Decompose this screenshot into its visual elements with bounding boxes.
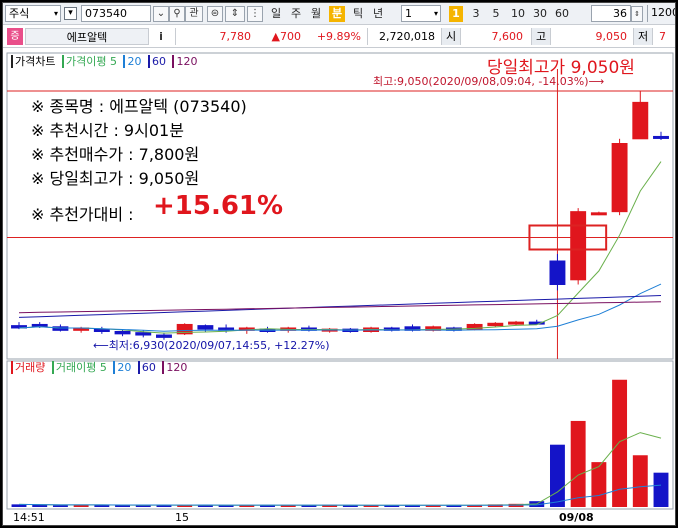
candle-body xyxy=(197,325,214,330)
candle-body xyxy=(590,212,607,216)
candle-body xyxy=(549,260,566,285)
candle-body xyxy=(570,211,587,281)
min-annotation: ⟵최저:6,930(2020/09/07,14:55, +12.27%) xyxy=(93,339,330,352)
candle-body xyxy=(487,322,504,327)
volume-bar xyxy=(549,444,565,507)
volume-bar xyxy=(570,420,586,507)
volume-bar xyxy=(653,472,669,507)
volume-bar xyxy=(612,379,628,507)
candle-body xyxy=(508,321,524,325)
x-label-0: 14:51 xyxy=(13,511,45,524)
legend-ma120: 120 xyxy=(172,55,198,68)
legend-volume: 거래량 xyxy=(11,361,46,374)
info-line-buy: ※ 추천매수가 : 7,800원 xyxy=(31,145,200,164)
ratio-value: +15.61% xyxy=(153,191,284,221)
legend-ma5: 가격이평 5 xyxy=(61,55,117,68)
ma60-line xyxy=(18,295,662,318)
volume-bar xyxy=(32,504,48,507)
x-label-1: 15 xyxy=(175,511,189,524)
legend-vma5: 거래이평 5 xyxy=(51,361,107,374)
legend-ma60: 60 xyxy=(147,55,166,68)
x-label-2: 09/08 xyxy=(559,511,594,524)
legend-vma120: 120 xyxy=(162,361,188,374)
info-line-high: ※ 당일최고가 : 9,050원 xyxy=(31,169,200,188)
legend-vma60: 60 xyxy=(137,361,156,374)
chart-window: 주식 ▾ ▾ 073540 ⌄ ⚲ 관 ⊜ ⇕ ⋮ 일 주 월 분 틱 년 1 … xyxy=(2,2,676,526)
volume-bar xyxy=(115,505,131,507)
candle-body xyxy=(114,331,131,335)
candle-body xyxy=(632,101,649,140)
legend-ma20: 20 xyxy=(123,55,142,68)
info-line-time: ※ 추천시간 : 9시01분 xyxy=(31,121,184,140)
candle-body xyxy=(653,135,669,139)
candle-body xyxy=(135,332,152,336)
price-legend: 가격차트 가격이평 5 20 60 120 xyxy=(11,55,200,69)
max-annotation: 최고:9,050(2020/09/08,09:04, -14.03%)⟶ xyxy=(373,75,605,88)
volume-bar xyxy=(52,505,68,507)
legend-vma20: 20 xyxy=(113,361,132,374)
ratio-label: ※ 추천가대비 : xyxy=(31,205,134,224)
info-line-name: ※ 종목명 : 에프알텍 (073540) xyxy=(31,97,247,116)
volume-legend: 거래량 거래이평 5 20 60 120 xyxy=(11,361,190,375)
volume-bar xyxy=(632,455,648,507)
legend-price: 가격차트 xyxy=(11,55,56,68)
candle-body xyxy=(611,143,628,213)
candle-body xyxy=(31,323,48,327)
